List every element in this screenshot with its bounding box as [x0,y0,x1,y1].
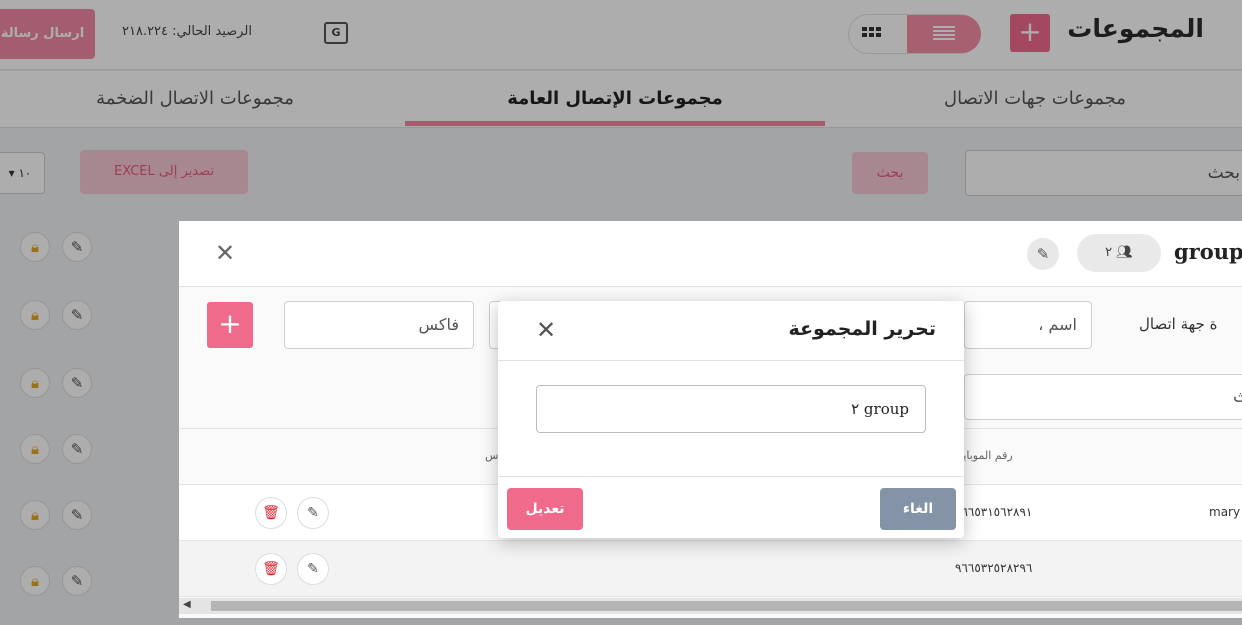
cell-mobile: ٩٦٦٥٣١٥٦٢٨٩١ [955,505,1033,519]
close-icon[interactable]: ✕ [536,316,556,344]
name-input[interactable]: اسم ، [964,301,1092,349]
edit-icon[interactable]: ✎ [297,553,329,585]
cell-mobile: ٩٦٦٥٣٢٥٢٨٢٩٦ [955,561,1033,575]
member-count-chip: ٢ 👥︎ [1077,234,1161,272]
dialog-footer: تعديل الغاء [498,476,964,538]
trash-icon[interactable]: 🗑︎ [255,553,287,585]
horizontal-scrollbar[interactable]: ◀ [179,598,1242,614]
panel-header: ✕ ✎ ٢ 👥︎ group [179,221,1242,287]
save-button[interactable]: تعديل [507,488,583,530]
scrollbar-thumb[interactable] [211,601,1242,611]
group-name-input[interactable]: group ٢ [536,385,926,433]
dialog-title: تحرير المجموعة [788,318,936,340]
people-icon: 👥︎ [1116,245,1133,260]
table-row: 🗑︎ ✎ ٩٦٦٥٣٢٥٢٨٢٩٦ [179,541,1242,597]
fax-input[interactable]: فاكس [284,301,474,349]
member-count: ٢ [1105,245,1113,260]
cell-name: mary [1209,505,1241,519]
column-header-fax: س [485,449,499,462]
dialog-header: تحرير المجموعة ✕ [498,301,964,361]
panel-title: group [1174,239,1242,264]
chevron-left-icon[interactable]: ◀ [183,599,191,610]
close-icon[interactable]: ✕ [215,239,235,267]
edit-icon[interactable]: ✎ [297,497,329,529]
add-contact-button[interactable]: + [207,302,253,348]
trash-icon[interactable]: 🗑︎ [255,497,287,529]
edit-group-icon[interactable]: ✎ [1027,238,1059,270]
panel-search-input[interactable]: ث [964,374,1242,420]
edit-group-dialog: تحرير المجموعة ✕ group ٢ تعديل الغاء [498,301,964,538]
add-contact-label: ة جهة اتصال [1139,315,1218,333]
cancel-button[interactable]: الغاء [880,488,956,530]
